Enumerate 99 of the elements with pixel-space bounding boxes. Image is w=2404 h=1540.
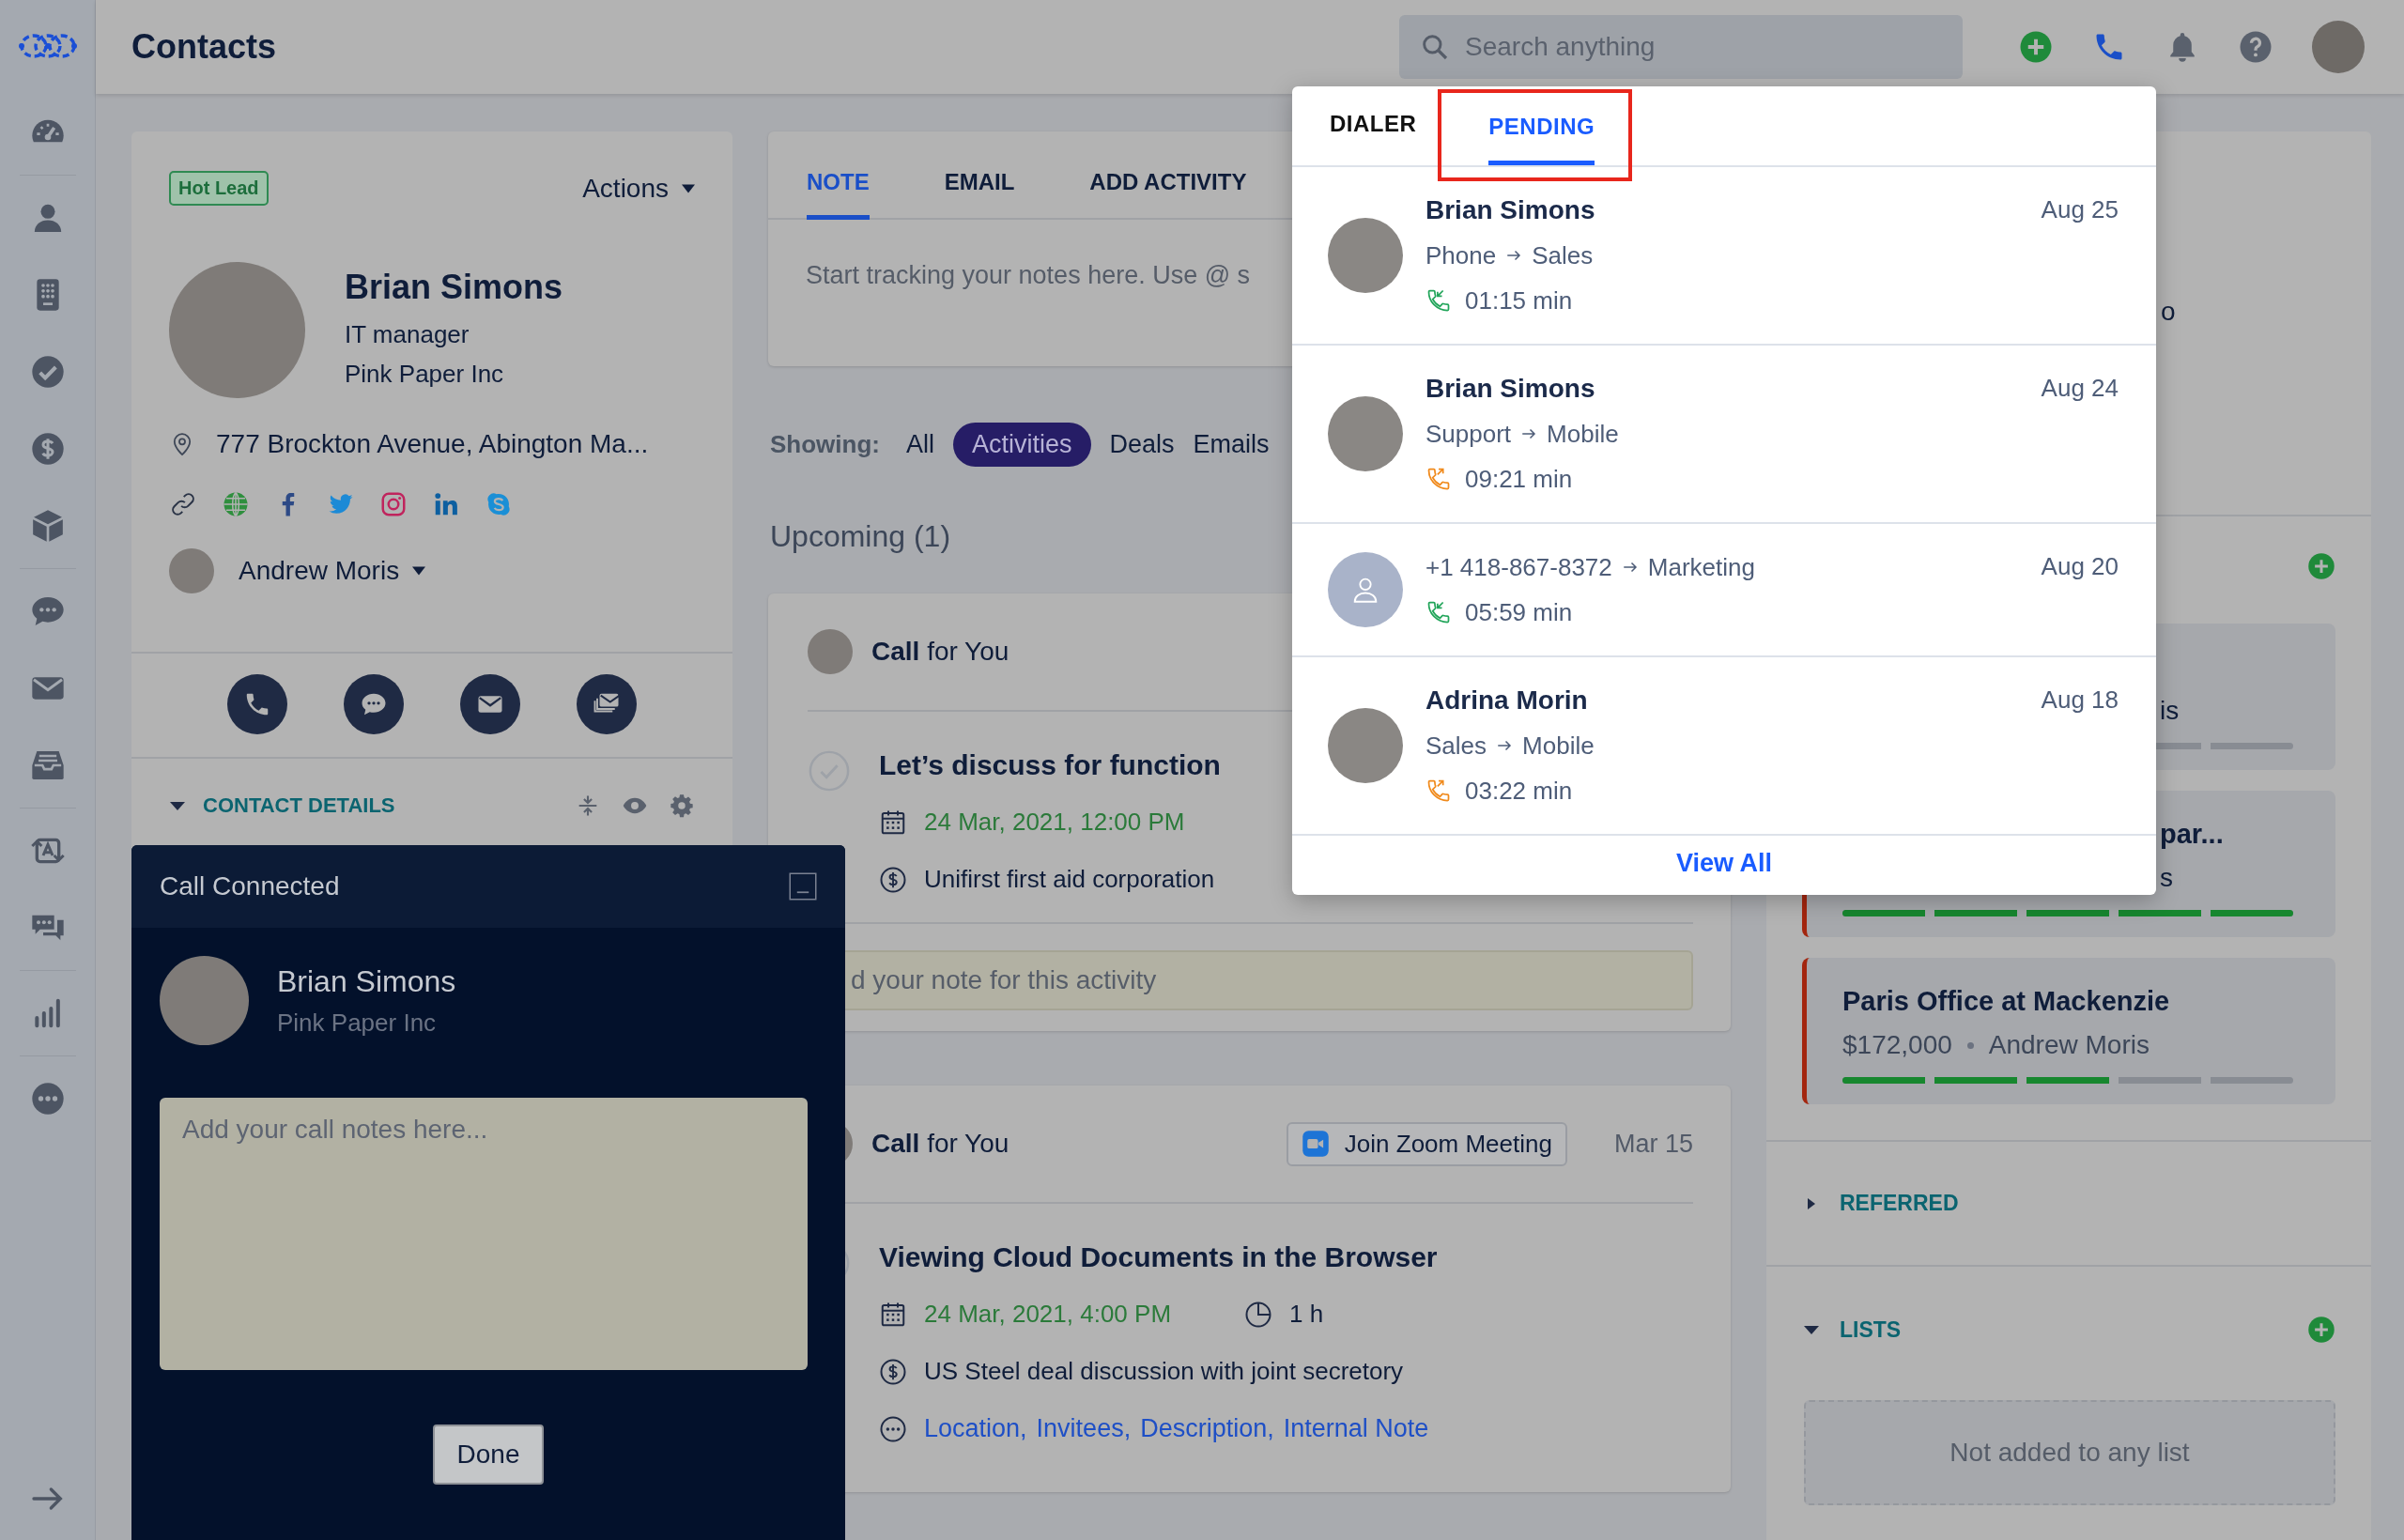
activity-heading: Call for You bbox=[871, 637, 1009, 667]
filter-option[interactable]: Activities bbox=[953, 423, 1091, 467]
filter-option[interactable]: Deals bbox=[1109, 423, 1175, 467]
help-icon[interactable] bbox=[2239, 30, 2273, 64]
add-icon[interactable] bbox=[2019, 30, 2053, 64]
user-avatar[interactable] bbox=[2312, 21, 2365, 73]
globe-icon[interactable] bbox=[222, 490, 250, 518]
owner-avatar bbox=[169, 548, 214, 593]
tab[interactable]: EMAIL bbox=[944, 131, 1015, 220]
call-target: Marketing bbox=[1647, 552, 1755, 583]
caret-icon bbox=[682, 183, 695, 193]
settings-icon[interactable] bbox=[669, 793, 695, 819]
deal-card[interactable]: Paris Office at Mackenzie $172,000 Andrew Moris bbox=[1802, 958, 2335, 1104]
call-duration: 09:21 min bbox=[1465, 464, 1573, 495]
more-icon bbox=[879, 1414, 907, 1443]
activity-duration: 1 h bbox=[1289, 1300, 1324, 1329]
zoom-meeting-button[interactable]: Join Zoom Meeting bbox=[1286, 1121, 1567, 1166]
call-target: Mobile bbox=[1547, 419, 1619, 450]
filter-label: Showing: bbox=[770, 430, 880, 459]
call-source: Sales bbox=[1425, 731, 1487, 762]
minimize-icon[interactable] bbox=[789, 872, 817, 901]
incoming-call-icon bbox=[1425, 599, 1452, 625]
caller-name: Brian Simons bbox=[1425, 194, 1596, 226]
owner-dropdown[interactable]: Andrew Moris bbox=[239, 556, 426, 586]
lead-badge: Hot Lead bbox=[169, 171, 269, 206]
deal-info: s bbox=[2160, 863, 2173, 893]
add-icon[interactable] bbox=[2307, 552, 2335, 580]
call-duration: 01:15 min bbox=[1465, 285, 1573, 316]
notes-field[interactable]: Add your call notes here... bbox=[160, 1098, 808, 1370]
caller-name: Brian Simons bbox=[277, 963, 456, 999]
dollar-icon bbox=[879, 1357, 907, 1386]
call-target: Mobile bbox=[1522, 731, 1595, 762]
filter-option[interactable]: All bbox=[906, 423, 934, 467]
activity-date: Mar 15 bbox=[1613, 1129, 1693, 1159]
deal-name: Unifirst first aid corporation bbox=[924, 865, 1215, 894]
section-title: LISTS bbox=[1840, 1317, 1902, 1343]
call-date: Aug 20 bbox=[2041, 551, 2119, 582]
expand-caret-icon[interactable] bbox=[169, 800, 186, 811]
add-icon[interactable] bbox=[2307, 1316, 2335, 1344]
job-title: IT manager bbox=[345, 318, 470, 350]
address-text: 777 Brockton Avenue, Abington Ma... bbox=[216, 429, 649, 459]
dollar-icon bbox=[879, 865, 907, 894]
tab[interactable]: ADD ACTIVITY bbox=[1089, 131, 1247, 220]
link-icon[interactable] bbox=[169, 490, 197, 518]
section-title: CONTACT DETAILS bbox=[203, 793, 395, 818]
section-title: REFERRED bbox=[1840, 1191, 1959, 1216]
empty-state: Not added to any list bbox=[1804, 1400, 2335, 1505]
call-item[interactable]: Brian Simons Support Mobile 09:21 min Aug 24 bbox=[1292, 346, 2156, 524]
call-target: Sales bbox=[1532, 240, 1594, 271]
search-icon bbox=[1420, 32, 1450, 62]
caller-name: Adrina Morin bbox=[1425, 685, 1589, 716]
call-item[interactable]: Brian Simons Phone Sales 01:15 min Aug 25 bbox=[1292, 167, 2156, 346]
filter-option[interactable]: Emails bbox=[1193, 423, 1270, 467]
call-date: Aug 24 bbox=[2041, 373, 2119, 404]
contact-name: Brian Simons bbox=[345, 267, 563, 307]
actions-dropdown[interactable]: Actions bbox=[582, 173, 695, 204]
clock-icon bbox=[1244, 1300, 1273, 1329]
activity-heading: Call for You bbox=[871, 1129, 1009, 1159]
field-text: o bbox=[2161, 297, 2176, 326]
done-button[interactable]: Done bbox=[433, 1424, 544, 1485]
activity-datetime: 24 Mar, 2021, 12:00 PM bbox=[924, 808, 1185, 837]
caller-name: Brian Simons bbox=[1425, 373, 1596, 405]
activity-title: Let’s discuss for function bbox=[879, 749, 1221, 781]
skype-icon[interactable] bbox=[485, 490, 513, 518]
deal-amount: $172,000 bbox=[1842, 1030, 1952, 1060]
deal-title: Paris Office at Mackenzie bbox=[1842, 986, 2171, 1017]
activity-datetime: 24 Mar, 2021, 4:00 PM bbox=[924, 1300, 1172, 1329]
page-title: Contacts bbox=[131, 27, 277, 67]
call-item[interactable]: +1 418-867-8372 Marketing 05:59 min Aug 20 bbox=[1292, 524, 2156, 657]
tab[interactable]: PENDING bbox=[1488, 93, 1595, 165]
call-date: Aug 25 bbox=[2041, 194, 2119, 225]
instagram-icon[interactable] bbox=[379, 490, 408, 518]
call-duration: 05:59 min bbox=[1465, 597, 1573, 628]
outgoing-call-icon bbox=[1425, 466, 1452, 492]
outgoing-call-icon bbox=[1425, 778, 1452, 804]
call-source: +1 418-867-8372 bbox=[1425, 552, 1612, 583]
caller-company: Pink Paper Inc bbox=[277, 1008, 438, 1038]
deal-owner: Andrew Moris bbox=[1988, 1030, 2150, 1060]
company-name: Pink Paper Inc bbox=[345, 358, 505, 390]
panel-title: Call Connected bbox=[160, 871, 340, 901]
call-duration: 03:22 min bbox=[1465, 776, 1573, 807]
call-source: Phone bbox=[1425, 240, 1497, 271]
incoming-call-icon bbox=[1425, 287, 1452, 314]
call-date: Aug 18 bbox=[2041, 685, 2119, 716]
tab[interactable]: DIALER bbox=[1330, 86, 1417, 165]
view-all-link[interactable]: View All bbox=[1657, 836, 1791, 895]
call-source: Support bbox=[1425, 419, 1512, 450]
expand-caret-icon[interactable] bbox=[1804, 1324, 1821, 1335]
section-heading: Upcoming (1) bbox=[770, 519, 952, 554]
deal-info: is bbox=[2160, 696, 2180, 726]
activity-title: Viewing Cloud Documents in the Browser bbox=[879, 1241, 1438, 1273]
avatar-photo bbox=[808, 629, 853, 674]
deal-title: par... bbox=[2159, 819, 2225, 850]
deal-name: US Steel deal discussion with joint secretory bbox=[924, 1357, 1404, 1386]
separator-dot bbox=[1966, 1041, 1974, 1049]
call-item[interactable]: Adrina Morin Sales Mobile 03:22 min Aug 18 bbox=[1292, 657, 2156, 836]
search-field[interactable]: Search anything bbox=[1399, 15, 1963, 79]
video-camera-icon bbox=[1301, 1130, 1330, 1158]
caret-icon bbox=[412, 566, 426, 576]
